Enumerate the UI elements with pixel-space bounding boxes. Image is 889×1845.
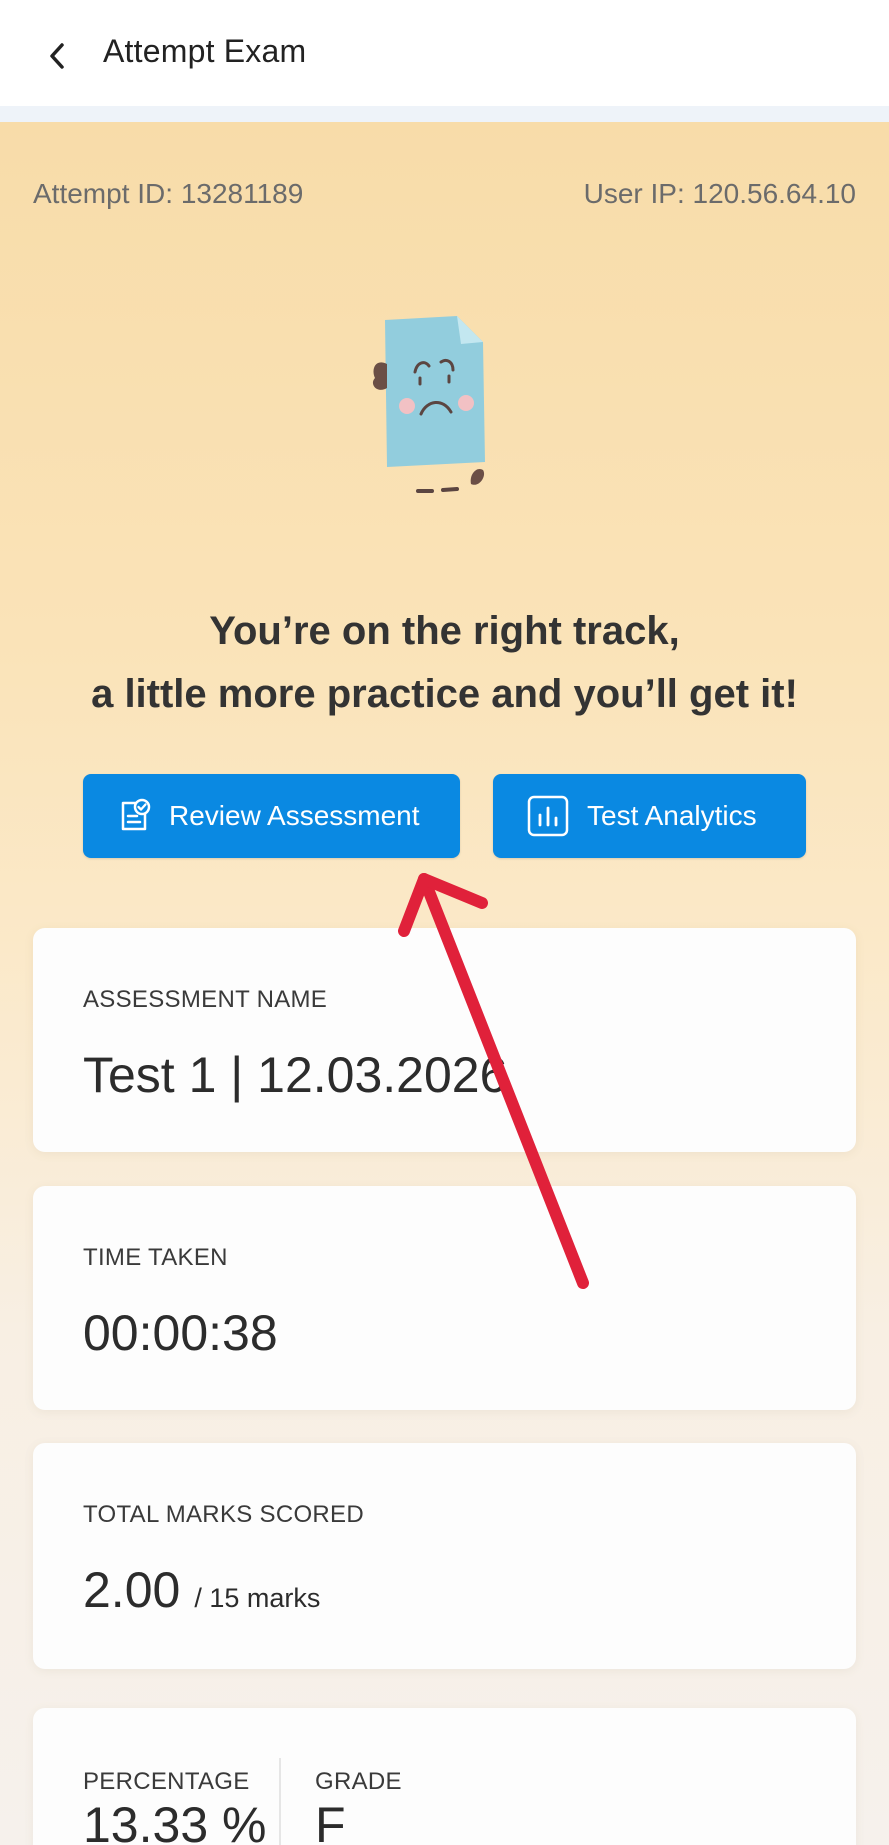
test-analytics-label: Test Analytics bbox=[587, 800, 757, 831]
bar-chart-icon bbox=[527, 795, 569, 837]
test-analytics-button[interactable]: Test Analytics bbox=[493, 774, 806, 858]
assessment-name-label: ASSESSMENT NAME bbox=[83, 986, 328, 1013]
time-taken-value: 00:00:38 bbox=[83, 1305, 278, 1361]
chevron-left-icon bbox=[50, 43, 64, 69]
result-panel: Attempt ID: 13281189 User IP: 120.56.64.… bbox=[0, 122, 889, 1845]
app-bar: Attempt Exam bbox=[0, 0, 889, 106]
attempt-id: Attempt ID: 13281189 bbox=[33, 178, 304, 209]
card-divider bbox=[279, 1758, 281, 1845]
review-assessment-button[interactable]: Review Assessment bbox=[83, 774, 460, 858]
total-marks-suffix: / 15 marks bbox=[194, 1583, 321, 1613]
grade-value: F bbox=[315, 1797, 346, 1845]
percentage-grade-card: PERCENTAGE 13.33 % GRADE F bbox=[33, 1708, 856, 1845]
percentage-value: 13.33 % bbox=[83, 1797, 267, 1845]
time-taken-label: TIME TAKEN bbox=[83, 1244, 228, 1271]
user-ip: User IP: 120.56.64.10 bbox=[583, 178, 856, 209]
total-marks-label: TOTAL MARKS SCORED bbox=[83, 1501, 365, 1528]
total-marks-value: 2.00 bbox=[83, 1562, 181, 1618]
attempt-meta: Attempt ID: 13281189 User IP: 120.56.64.… bbox=[33, 178, 856, 210]
clipboard-check-icon bbox=[117, 798, 151, 834]
assessment-name-card: ASSESSMENT NAME Test 1 | 12.03.2026 bbox=[33, 928, 856, 1152]
message-line-1: You’re on the right track, bbox=[209, 609, 680, 653]
encouragement-message: You’re on the right track, a little more… bbox=[0, 600, 889, 726]
appbar-divider bbox=[0, 106, 889, 122]
time-taken-card: TIME TAKEN 00:00:38 bbox=[33, 1186, 856, 1410]
page-title: Attempt Exam bbox=[103, 33, 307, 69]
percentage-label: PERCENTAGE bbox=[83, 1768, 250, 1795]
message-line-2: a little more practice and you’ll get it… bbox=[91, 672, 798, 716]
grade-label: GRADE bbox=[315, 1768, 402, 1795]
back-button[interactable] bbox=[38, 30, 76, 82]
action-buttons: Review Assessment Test Analytics bbox=[83, 774, 806, 858]
total-marks-card: TOTAL MARKS SCORED 2.00 / 15 marks bbox=[33, 1443, 856, 1669]
total-marks-row: 2.00 / 15 marks bbox=[83, 1561, 320, 1619]
review-assessment-label: Review Assessment bbox=[169, 800, 420, 831]
assessment-name-value: Test 1 | 12.03.2026 bbox=[83, 1047, 508, 1103]
